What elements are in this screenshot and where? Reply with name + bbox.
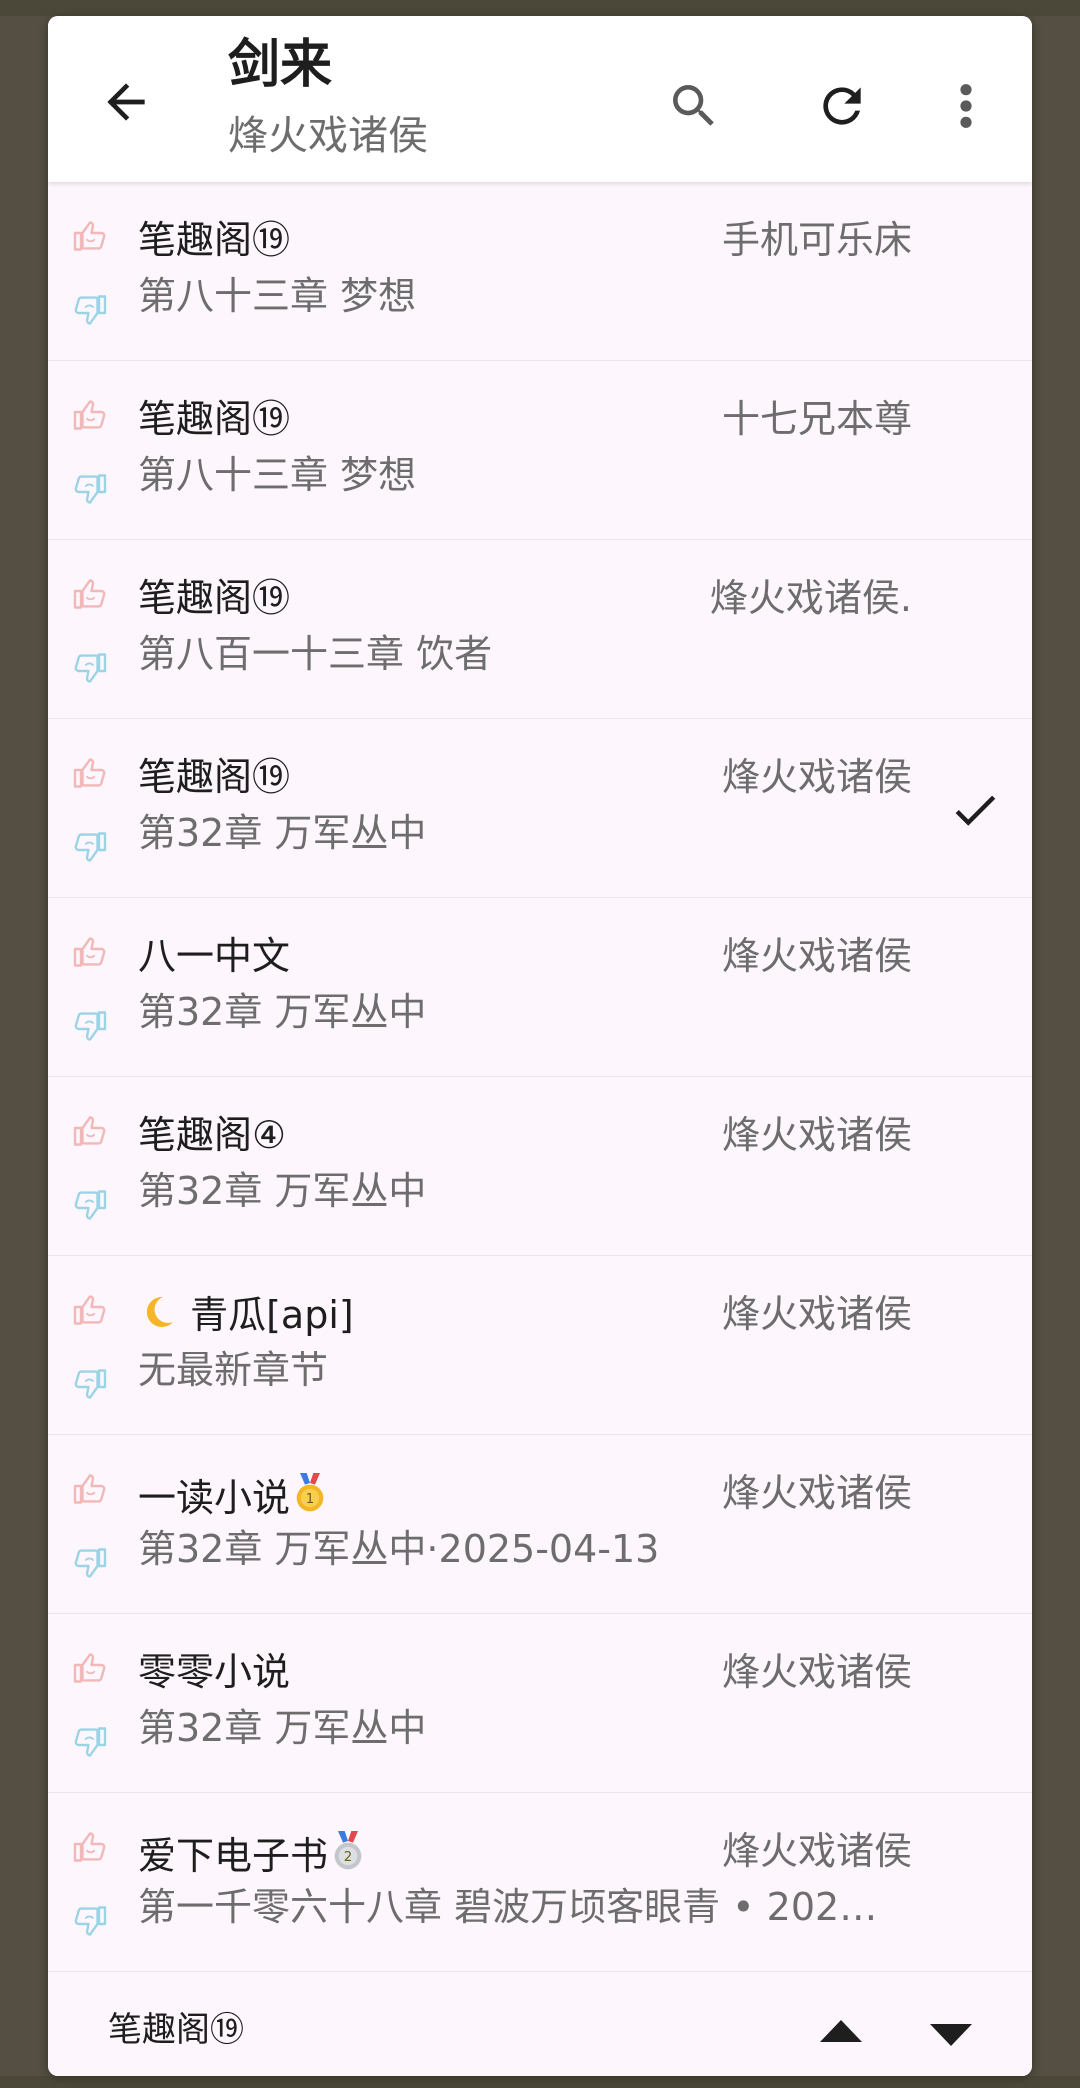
source-name-text: 笔趣阁⑲ bbox=[138, 397, 291, 441]
book-author: 烽火戏诸侯 bbox=[228, 113, 428, 159]
source-author: 烽火戏诸侯 bbox=[721, 934, 912, 978]
source-name: 爱下电子书 2 bbox=[138, 1829, 368, 1880]
source-name: 笔趣阁④ bbox=[138, 1113, 286, 1159]
thumb-up-icon[interactable] bbox=[72, 934, 108, 970]
source-list[interactable]: 笔趣阁⑲ 手机可乐床 第八十三章 梦想 笔趣阁⑲ 十七兄本尊 第八十三章 梦想 bbox=[48, 182, 1032, 1992]
source-name-text: 笔趣阁④ bbox=[138, 1113, 287, 1157]
source-latest-chapter: 第32章 万军丛中 bbox=[138, 990, 427, 1034]
source-author: 十七兄本尊 bbox=[721, 397, 912, 441]
crescent-moon-icon bbox=[146, 1296, 173, 1327]
more-options-button[interactable] bbox=[954, 78, 978, 134]
source-author: 烽火戏诸侯 bbox=[721, 1471, 912, 1515]
thumb-up-icon[interactable] bbox=[72, 1650, 108, 1686]
svg-text:1: 1 bbox=[306, 1492, 314, 1507]
source-name-text: 八一中文 bbox=[138, 934, 291, 978]
check-icon bbox=[948, 783, 1002, 837]
source-name-text: 笔趣阁⑲ bbox=[138, 755, 291, 799]
thumb-up-icon[interactable] bbox=[72, 1471, 108, 1507]
source-list-item[interactable]: 零零小说 烽火戏诸侯 第32章 万军丛中 bbox=[48, 1614, 1032, 1793]
change-source-dialog: 剑来 烽火戏诸侯 笔趣阁⑲ 手机可乐床 第八十三章 梦想 笔趣阁⑲ 十七兄本尊 … bbox=[48, 16, 1032, 2076]
source-latest-chapter: 第八十三章 梦想 bbox=[138, 274, 417, 318]
thumb-down-icon[interactable] bbox=[72, 1545, 108, 1581]
source-latest-chapter: 第32章 万军丛中 bbox=[138, 1706, 427, 1750]
source-list-item[interactable]: 笔趣阁④ 烽火戏诸侯 第32章 万军丛中 bbox=[48, 1077, 1032, 1256]
source-name-text: 零零小说 bbox=[138, 1650, 291, 1694]
source-list-item-selected[interactable]: 笔趣阁⑲ 烽火戏诸侯 第32章 万军丛中 bbox=[48, 719, 1032, 898]
source-name: 青瓜[api] bbox=[138, 1292, 354, 1339]
source-list-item[interactable]: 笔趣阁⑲ 手机可乐床 第八十三章 梦想 bbox=[48, 182, 1032, 361]
source-name: 笔趣阁⑲ bbox=[138, 397, 290, 443]
triangle-down-icon bbox=[930, 2024, 972, 2046]
source-latest-chapter: 第八十三章 梦想 bbox=[138, 453, 417, 497]
source-author: 烽火戏诸侯 bbox=[721, 1650, 912, 1694]
thumb-up-icon[interactable] bbox=[72, 1292, 108, 1328]
book-title: 剑来 bbox=[228, 35, 333, 95]
thumb-up-icon[interactable] bbox=[72, 576, 108, 612]
thumb-up-icon[interactable] bbox=[72, 397, 108, 433]
source-list-item[interactable]: 笔趣阁⑲ 烽火戏诸侯. 第八百一十三章 饮者 bbox=[48, 540, 1032, 719]
thumb-down-icon[interactable] bbox=[72, 471, 108, 507]
source-list-item[interactable]: 八一中文 烽火戏诸侯 第32章 万军丛中 bbox=[48, 898, 1032, 1077]
back-button[interactable] bbox=[98, 74, 154, 130]
scroll-down-button[interactable] bbox=[928, 2020, 974, 2050]
thumb-down-icon[interactable] bbox=[72, 829, 108, 865]
source-author: 手机可乐床 bbox=[721, 218, 912, 262]
scroll-up-button[interactable] bbox=[818, 2016, 864, 2046]
bottom-bar: 笔趣阁⑲ bbox=[48, 1992, 1032, 2076]
source-name: 一读小说 1 bbox=[138, 1471, 330, 1522]
source-list-item[interactable]: 爱下电子书 2 烽火戏诸侯 第一千零六十八章 碧波万顷客眼青 • 2025-04-… bbox=[48, 1793, 1032, 1972]
source-name: 零零小说 bbox=[138, 1650, 290, 1696]
source-name: 八一中文 bbox=[138, 934, 290, 980]
source-name-text: 青瓜[api] bbox=[190, 1293, 354, 1337]
refresh-icon bbox=[823, 87, 861, 125]
silver-medal-icon: 2 bbox=[334, 1831, 362, 1870]
thumb-up-icon[interactable] bbox=[72, 1113, 108, 1149]
search-button[interactable] bbox=[666, 78, 722, 134]
refresh-button[interactable] bbox=[814, 78, 870, 134]
source-author: 烽火戏诸侯 bbox=[721, 1113, 912, 1157]
source-author: 烽火戏诸侯 bbox=[721, 755, 912, 799]
source-latest-chapter: 第32章 万军丛中 bbox=[138, 1169, 427, 1213]
source-name: 笔趣阁⑲ bbox=[138, 218, 290, 264]
thumb-down-icon[interactable] bbox=[72, 650, 108, 686]
thumb-down-icon[interactable] bbox=[72, 1903, 108, 1939]
source-latest-chapter: 第八百一十三章 饮者 bbox=[138, 632, 493, 676]
source-name: 笔趣阁⑲ bbox=[138, 576, 290, 622]
current-source-label: 笔趣阁⑲ bbox=[108, 2010, 244, 2050]
thumb-up-icon[interactable] bbox=[72, 218, 108, 254]
source-name-text: 笔趣阁⑲ bbox=[138, 218, 291, 262]
source-author: 烽火戏诸侯. bbox=[709, 576, 912, 620]
thumb-up-icon[interactable] bbox=[72, 1829, 108, 1865]
triangle-up-icon bbox=[820, 2020, 862, 2042]
source-list-item[interactable]: 笔趣阁⑲ 十七兄本尊 第八十三章 梦想 bbox=[48, 361, 1032, 540]
thumb-down-icon[interactable] bbox=[72, 292, 108, 328]
arrow-left-icon bbox=[107, 83, 145, 121]
source-name: 笔趣阁⑲ bbox=[138, 755, 290, 801]
source-list-item[interactable]: 一读小说 1 烽火戏诸侯 第32章 万军丛中·2025-04-13 bbox=[48, 1435, 1032, 1614]
search-icon bbox=[673, 85, 714, 126]
background-top bbox=[0, 0, 1080, 16]
toolbar: 剑来 烽火戏诸侯 bbox=[48, 16, 1032, 182]
source-latest-chapter: 第一千零六十八章 碧波万顷客眼青 • 2025-04-13 bbox=[138, 1885, 898, 1929]
thumb-up-icon[interactable] bbox=[72, 755, 108, 791]
source-latest-chapter: 无最新章节 bbox=[138, 1348, 329, 1392]
source-name-text: 一读小说 bbox=[138, 1476, 291, 1520]
svg-text:2: 2 bbox=[344, 1850, 352, 1865]
thumb-down-icon[interactable] bbox=[72, 1724, 108, 1760]
more-vert-icon bbox=[960, 84, 972, 128]
gold-medal-icon: 1 bbox=[296, 1473, 324, 1512]
thumb-down-icon[interactable] bbox=[72, 1008, 108, 1044]
source-author: 烽火戏诸侯 bbox=[721, 1829, 912, 1873]
background-bottom bbox=[0, 2076, 1080, 2088]
source-list-item[interactable]: 青瓜[api] 烽火戏诸侯 无最新章节 bbox=[48, 1256, 1032, 1435]
source-author: 烽火戏诸侯 bbox=[721, 1292, 912, 1336]
source-latest-chapter: 第32章 万军丛中 bbox=[138, 811, 427, 855]
source-latest-chapter: 第32章 万军丛中·2025-04-13 bbox=[138, 1527, 660, 1571]
source-name-text: 笔趣阁⑲ bbox=[138, 576, 291, 620]
thumb-down-icon[interactable] bbox=[72, 1366, 108, 1402]
thumb-down-icon[interactable] bbox=[72, 1187, 108, 1223]
source-name-text: 爱下电子书 bbox=[138, 1834, 329, 1878]
